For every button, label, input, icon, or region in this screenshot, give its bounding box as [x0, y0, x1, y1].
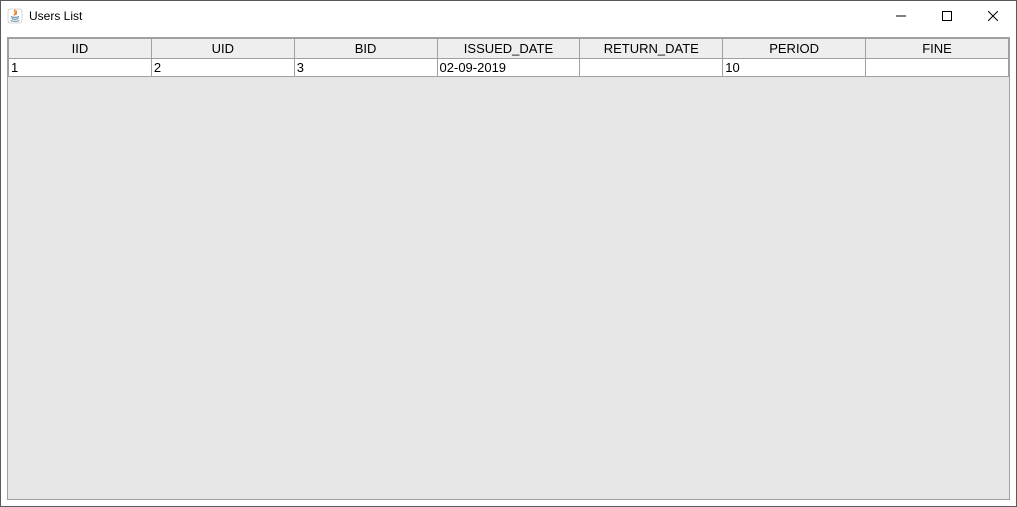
cell-uid[interactable]: 2	[151, 59, 294, 77]
cell-fine[interactable]	[866, 59, 1009, 77]
close-button[interactable]	[970, 1, 1016, 31]
maximize-button[interactable]	[924, 1, 970, 31]
titlebar[interactable]: Users List	[1, 1, 1016, 31]
cell-bid[interactable]: 3	[294, 59, 437, 77]
minimize-button[interactable]	[878, 1, 924, 31]
column-header-fine[interactable]: FINE	[866, 39, 1009, 59]
column-header-bid[interactable]: BID	[294, 39, 437, 59]
cell-iid[interactable]: 1	[9, 59, 152, 77]
column-header-iid[interactable]: IID	[9, 39, 152, 59]
cell-period[interactable]: 10	[723, 59, 866, 77]
close-icon	[988, 11, 998, 21]
table-header-row: IID UID BID ISSUED_DATE RETURN_DATE PERI…	[9, 39, 1009, 59]
minimize-icon	[896, 11, 906, 21]
window-title: Users List	[29, 9, 82, 23]
column-header-period[interactable]: PERIOD	[723, 39, 866, 59]
titlebar-left: Users List	[1, 8, 878, 24]
window-frame: Users List	[0, 0, 1017, 507]
maximize-icon	[942, 11, 952, 21]
cell-issued-date[interactable]: 02-09-2019	[437, 59, 580, 77]
data-table[interactable]: IID UID BID ISSUED_DATE RETURN_DATE PERI…	[8, 38, 1009, 77]
table-row[interactable]: 1 2 3 02-09-2019 10	[9, 59, 1009, 77]
content-pane: IID UID BID ISSUED_DATE RETURN_DATE PERI…	[1, 31, 1016, 506]
column-header-return-date[interactable]: RETURN_DATE	[580, 39, 723, 59]
cell-return-date[interactable]	[580, 59, 723, 77]
java-icon	[7, 8, 23, 24]
column-header-issued-date[interactable]: ISSUED_DATE	[437, 39, 580, 59]
column-header-uid[interactable]: UID	[151, 39, 294, 59]
window-controls	[878, 1, 1016, 31]
table-scrollpane[interactable]: IID UID BID ISSUED_DATE RETURN_DATE PERI…	[7, 37, 1010, 500]
